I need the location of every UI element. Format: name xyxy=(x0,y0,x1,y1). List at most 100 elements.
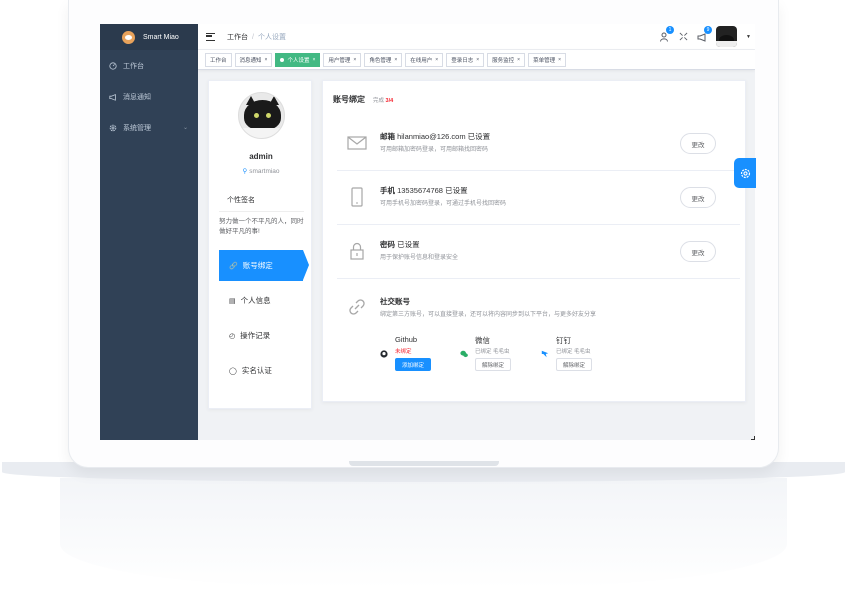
shield-icon: ◯ xyxy=(229,367,237,375)
tab-label: 工作台 xyxy=(210,57,227,64)
cat-ear-right xyxy=(269,96,279,105)
megaphone-icon xyxy=(109,93,116,101)
profile-card: admin ⚲ smartmiao 个性签名 努力做一个不平凡的人，同时做好平凡的… xyxy=(208,80,312,409)
close-icon[interactable]: × xyxy=(435,57,438,63)
row-title-label: 手机 xyxy=(380,186,395,195)
change-email-button[interactable]: 更改 xyxy=(680,133,716,154)
tab-label: 登录日志 xyxy=(451,57,474,64)
binding-card: 账号绑定 完成 3/4 邮箱 hilanmiao@126.com 已设置 可用邮… xyxy=(322,80,746,402)
app-screen: Smart Miao 工作台 消息通知 系统管理 ⌄ 工作台/个人设置 1 xyxy=(100,24,755,440)
clock-icon: ◴ xyxy=(229,332,236,340)
breadcrumb-separator: / xyxy=(252,33,254,41)
social-status: 已绑定 毛毛虫 xyxy=(475,349,510,355)
close-icon[interactable]: × xyxy=(476,57,479,63)
id-card-icon: ▤ xyxy=(229,297,236,305)
tab-label: 在线用户 xyxy=(410,57,433,64)
phone-icon xyxy=(351,187,363,207)
settings-button[interactable] xyxy=(734,158,756,188)
profile-nav-binding[interactable]: 🔗 账号绑定 xyxy=(219,250,309,281)
binding-row-phone: 手机 13535674768 已设置 可用手机号加密码登录，可通过手机号找回密码… xyxy=(337,171,740,225)
profile-account: ⚲ smartmiao xyxy=(209,167,313,175)
tab-label: 个人设置 xyxy=(287,57,310,64)
message-badge: 9 xyxy=(704,25,713,34)
expand-icon xyxy=(679,32,687,41)
sidebar-item-label: 工作台 xyxy=(123,62,144,70)
device-notch xyxy=(349,461,499,466)
caret-down-icon[interactable]: ▼ xyxy=(746,34,751,40)
chevron-down-icon: ⌄ xyxy=(182,125,188,131)
bind-github-button[interactable]: 添加绑定 xyxy=(395,358,432,371)
close-icon[interactable]: × xyxy=(558,57,561,63)
profile-nav-info[interactable]: ▤ 个人信息 xyxy=(219,285,303,316)
message-icon[interactable]: 9 xyxy=(697,25,713,42)
tags-view: 工作台 消息通知 × 个人设置 × 用户管理 × 角色管理 × 在线用户 × 登录日志 × 服务监控 × 菜单… xyxy=(198,50,755,70)
gear-icon xyxy=(109,124,117,131)
user-avatar[interactable] xyxy=(716,26,738,47)
unbind-dingtalk-button[interactable]: 解除绑定 xyxy=(556,358,593,371)
tab-5[interactable]: 在线用户 × xyxy=(405,52,444,67)
app-name: Smart Miao xyxy=(143,33,179,41)
profile-account-text: smartmiao xyxy=(249,168,280,175)
change-phone-button[interactable]: 更改 xyxy=(680,187,716,208)
sidebar-item-label: 系统管理 xyxy=(123,124,151,132)
lock-icon xyxy=(350,242,364,260)
sidebar-item-system[interactable]: 系统管理 ⌄ xyxy=(100,112,198,143)
sidebar-item-dashboard[interactable]: 工作台 xyxy=(100,50,198,81)
wechat-icon xyxy=(460,350,468,358)
fullscreen-icon[interactable] xyxy=(678,32,688,42)
signature-text: 努力做一个不平凡的人，同时做好平凡的事! xyxy=(219,218,304,235)
breadcrumb-current: 个人设置 xyxy=(257,33,286,41)
link-icon xyxy=(349,299,365,315)
tab-0[interactable]: 工作台 xyxy=(205,52,232,67)
notify-badge: 1 xyxy=(666,25,675,34)
binding-row-title: 手机 13535674768 已设置 xyxy=(380,185,468,196)
sidebar-item-label: 消息通知 xyxy=(123,93,151,101)
divider xyxy=(219,211,304,212)
profile-nav-label: 实名认证 xyxy=(241,366,272,375)
row-title-status: 已设置 xyxy=(467,132,491,141)
profile-avatar[interactable] xyxy=(238,92,285,139)
binding-row-desc: 用于保护账号信息和登录安全 xyxy=(380,255,459,261)
app-logo[interactable]: Smart Miao xyxy=(100,24,198,50)
row-title-label: 邮箱 xyxy=(380,132,395,141)
social-title: 社交账号 xyxy=(380,296,410,307)
hamburger-icon[interactable] xyxy=(206,32,215,41)
binding-progress: 完成 3/4 xyxy=(373,96,393,104)
sidebar-item-notifications[interactable]: 消息通知 xyxy=(100,81,198,112)
breadcrumb-home[interactable]: 工作台 xyxy=(227,34,248,41)
profile-nav-label: 操作记录 xyxy=(240,331,271,340)
tab-7[interactable]: 服务监控 × xyxy=(487,52,526,67)
tab-3[interactable]: 用户管理 × xyxy=(323,52,362,67)
close-icon[interactable]: × xyxy=(394,57,397,63)
tab-2[interactable]: 个人设置 × xyxy=(275,52,321,67)
social-name: Github xyxy=(395,335,418,344)
social-status: 未绑定 xyxy=(395,349,412,355)
tab-6[interactable]: 登录日志 × xyxy=(446,52,485,67)
social-title-label: 社交账号 xyxy=(380,297,410,306)
unbind-wechat-button[interactable]: 解除绑定 xyxy=(475,358,512,371)
binding-row-email: 邮箱 hilanmiao@126.com 已设置 可用邮箱加密码登录，可用邮箱找… xyxy=(337,117,740,171)
social-desc: 绑定第三方账号，可以直接登录，还可以将内容同步到以下平台，与更多好友分享 xyxy=(380,312,597,318)
cat-paw xyxy=(239,128,284,138)
profile-nav-verify[interactable]: ◯ 实名认证 xyxy=(219,355,303,386)
close-icon[interactable]: × xyxy=(265,57,268,63)
tab-label: 菜单管理 xyxy=(533,57,556,64)
change-password-button[interactable]: 更改 xyxy=(680,241,716,262)
sidebar: Smart Miao 工作台 消息通知 系统管理 ⌄ xyxy=(100,24,198,440)
tab-1[interactable]: 消息通知 × xyxy=(234,52,273,67)
active-dot-icon xyxy=(280,57,285,62)
social-dingtalk: 钉钉 已绑定 毛毛虫 解除绑定 xyxy=(541,335,652,381)
close-icon[interactable]: × xyxy=(353,57,356,63)
cat-eye-left xyxy=(254,113,259,118)
dashboard-icon xyxy=(109,61,117,70)
close-icon[interactable]: × xyxy=(517,57,520,63)
profile-username: admin xyxy=(249,152,273,161)
profile-nav-log[interactable]: ◴ 操作记录 xyxy=(219,320,303,351)
dingtalk-icon xyxy=(541,350,549,358)
row-title-status: 已设置 xyxy=(445,186,468,195)
user-notify-icon[interactable]: 1 xyxy=(659,25,675,42)
tab-4[interactable]: 角色管理 × xyxy=(364,52,403,67)
tab-8[interactable]: 菜单管理 × xyxy=(528,52,567,67)
close-icon[interactable]: × xyxy=(312,57,315,63)
profile-nav-label: 个人信息 xyxy=(240,296,271,305)
